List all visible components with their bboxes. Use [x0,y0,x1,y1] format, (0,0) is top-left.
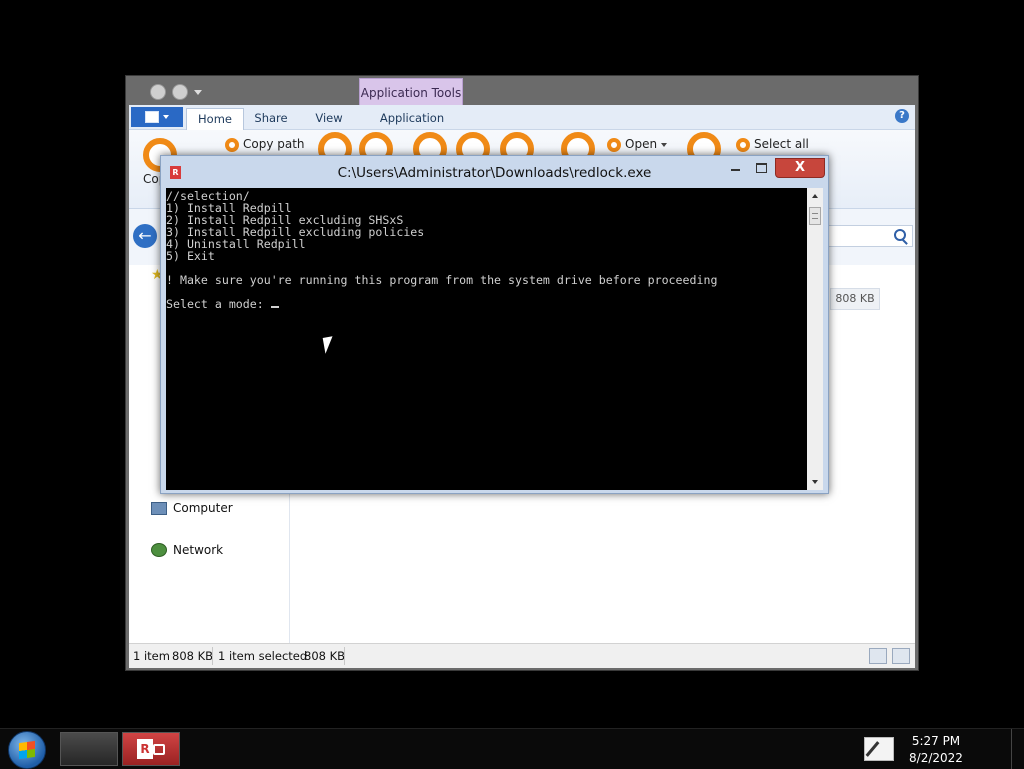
taskbar-button-redlock[interactable]: R [122,732,180,766]
taskbar-clock[interactable]: 5:27 PM 8/2/2022 [906,733,966,767]
computer-icon [151,501,167,515]
status-separator [212,647,213,665]
file-menu-icon [145,111,159,123]
select-all-icon [736,138,750,152]
scroll-thumb[interactable] [809,207,821,225]
nav-item-computer-label: Computer [173,501,233,515]
qat-button-1[interactable] [150,84,166,100]
nav-item-computer[interactable]: Computer [151,501,233,515]
console-window: R C:\Users\Administrator\Downloads\redlo… [160,155,829,494]
quick-access-toolbar [150,82,202,102]
tab-view[interactable]: View [303,108,355,129]
open-icon [607,138,621,152]
nav-item-network-label: Network [173,543,224,557]
back-arrow-icon[interactable]: ← [133,224,157,248]
status-bar: 1 item 808 KB 1 item selected 808 KB [129,643,915,668]
ribbon-tabs: Home Share View Application ? [129,105,915,130]
file-size-chip: 808 KB [830,288,880,310]
taskbar: R 5:27 PM 8/2/2022 [0,728,1024,769]
console-line: 5) Exit [166,249,215,263]
status-item-count: 1 item [133,649,170,663]
console-prompt: Select a mode: [166,298,279,310]
console-output[interactable]: //selection/ 1) Install Redpill 2) Insta… [166,188,807,490]
pen-tray-icon[interactable] [864,737,894,761]
lock-icon [153,744,165,755]
console-prompt-text: Select a mode: [166,297,271,311]
search-icon[interactable] [894,229,906,241]
status-separator [344,647,345,665]
copy-path-icon [225,138,239,152]
chevron-down-icon [661,142,668,147]
taskbar-button-explorer[interactable] [60,732,118,766]
nav-item-network[interactable]: Network [151,543,223,557]
select-all-button[interactable]: Select all [754,137,809,151]
show-desktop-button[interactable] [1011,729,1024,769]
help-icon[interactable]: ? [895,109,909,123]
chevron-down-icon [163,115,169,119]
console-scrollbar[interactable] [807,188,823,490]
redlock-app-icon: R [137,739,153,759]
maximize-button[interactable] [749,158,773,176]
search-box[interactable] [825,225,913,247]
qat-dropdown-icon[interactable] [194,89,202,95]
copy-path-button[interactable]: Copy path [243,137,305,151]
context-tab-application-tools: Application Tools [359,78,463,107]
text-cursor [270,306,279,308]
qat-button-2[interactable] [172,84,188,100]
scroll-up-icon[interactable] [812,194,818,198]
network-icon [151,543,167,557]
close-button[interactable]: X [775,158,825,178]
clock-date: 8/2/2022 [909,751,963,765]
tab-share[interactable]: Share [247,108,295,129]
windows-start-icon[interactable] [8,731,46,769]
console-line: ! Make sure you're running this program … [166,273,718,287]
tab-home[interactable]: Home [186,108,244,130]
minimize-button[interactable] [723,158,747,176]
file-menu-button[interactable] [131,107,183,127]
console-title-bar[interactable]: R C:\Users\Administrator\Downloads\redlo… [161,156,828,188]
clock-time: 5:27 PM [911,734,961,748]
status-selected: 1 item selected [218,649,308,663]
status-item-size: 808 KB [172,649,214,663]
tab-application[interactable]: Application [361,108,463,129]
status-selected-size: 808 KB [304,649,346,663]
details-view-icon[interactable] [869,648,887,664]
open-button[interactable]: Open [625,137,668,151]
large-icons-view-icon[interactable] [892,648,910,664]
scroll-down-icon[interactable] [812,480,818,484]
